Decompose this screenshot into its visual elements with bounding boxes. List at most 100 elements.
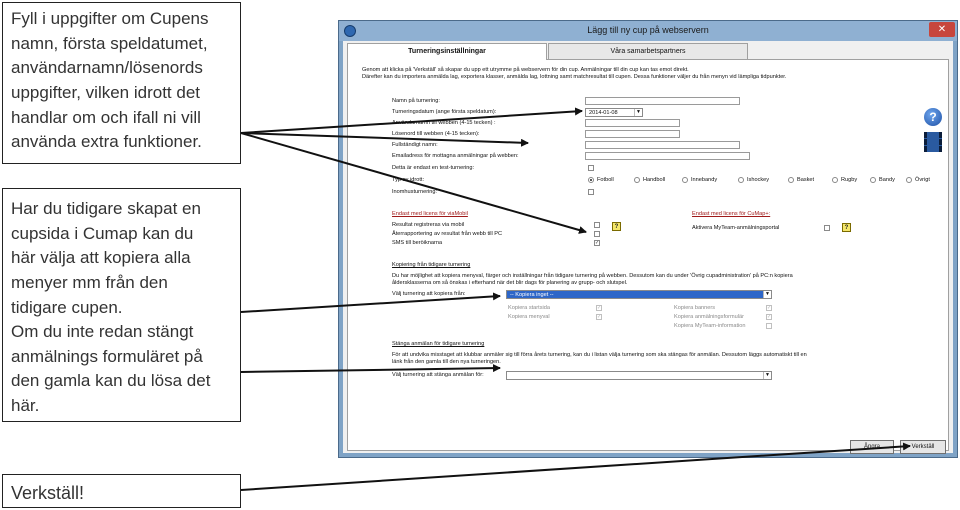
close-reg-select-label: Välj turnering att stänga anmälan för:: [392, 372, 484, 378]
fullname-input[interactable]: [585, 141, 740, 149]
callout-line: menyer mm från den: [11, 272, 168, 292]
sport-radio-floorball[interactable]: [682, 177, 688, 183]
date-picker[interactable]: 2014-01-08 ▼: [585, 108, 643, 117]
license-item: Återrapportering av resultat från webb t…: [392, 231, 503, 237]
tab-panel: Genom att klicka på 'Verkställ' så skapa…: [347, 59, 949, 454]
copy-startpage-checkbox[interactable]: ✓: [596, 305, 602, 311]
callout-line: här.: [11, 396, 40, 416]
sport-radio-football[interactable]: [588, 177, 594, 183]
sport-radio-icehockey[interactable]: [738, 177, 744, 183]
sport-label: Typ av idrott:: [392, 177, 425, 183]
email-label: Emailadress för mottagna anmälningar på …: [392, 153, 519, 159]
copy-option: Kopiera MyTeam-information: [674, 323, 746, 329]
sport-option: Fotboll: [597, 177, 614, 183]
sport-radio-handball[interactable]: [634, 177, 640, 183]
copy-option: Kopiera anmälningsformulär: [674, 314, 744, 320]
indoor-checkbox[interactable]: [588, 189, 594, 195]
copy-form-checkbox[interactable]: ✓: [766, 314, 772, 320]
copy-menu-checkbox[interactable]: ✓: [596, 314, 602, 320]
copy-myteam-checkbox[interactable]: [766, 323, 772, 329]
sport-option: Rugby: [841, 177, 858, 183]
mobile-results-checkbox[interactable]: [594, 222, 600, 228]
callout-line: anmälnings formuläret på: [11, 346, 203, 366]
tab-partners[interactable]: Våra samarbetspartners: [548, 43, 748, 59]
sport-option: Handboll: [643, 177, 666, 183]
myteam-checkbox[interactable]: [824, 225, 830, 231]
copy-option: Kopiera startsida: [508, 305, 550, 311]
test-label: Detta är endast en test-turnering:: [392, 165, 475, 171]
indoor-label: Inomhusturnering:: [392, 189, 438, 195]
help-icon[interactable]: ?: [842, 223, 851, 232]
close-button[interactable]: ✕: [929, 22, 955, 37]
close-reg-select[interactable]: ▼: [506, 371, 772, 380]
callout-line: den gamla kan du lösa det: [11, 371, 211, 391]
license-cumap-heading: Endast med licens för CuMap+:: [692, 211, 771, 217]
callout-line: Om du inte redan stängt: [11, 322, 194, 342]
close-reg-heading: Stänga anmälan för tidigare turnering: [392, 341, 485, 347]
help-icon[interactable]: ?: [612, 222, 621, 231]
license-item: Resultat registreras via mobil: [392, 222, 465, 228]
name-label: Namn på turnering:: [392, 98, 440, 104]
test-checkbox[interactable]: [588, 165, 594, 171]
intro-text: Genom att klicka på 'Verkställ' så skapa…: [362, 67, 689, 73]
copy-select-label: Välj turnering att kopiera från:: [392, 291, 466, 297]
sport-option: Övrigt: [915, 177, 930, 183]
dialog-client: Turneringsinställningar Våra samarbetspa…: [343, 41, 953, 454]
license-item: SMS till beröiknarna: [392, 240, 443, 246]
web-report-checkbox[interactable]: [594, 231, 600, 237]
license-item: Aktivera MyTeam-anmälningsportal: [692, 225, 780, 231]
copy-banners-checkbox[interactable]: ✓: [766, 305, 772, 311]
copy-text: Du har möjlighet att kopiera menyval, fä…: [392, 273, 793, 279]
title-bar[interactable]: Lägg till ny cup på webservern ✕: [339, 21, 957, 41]
copy-text: åldersklasserna om så önskas i efterhand…: [392, 280, 628, 286]
callout-line: användarnamn/lösenords: [11, 58, 203, 78]
help-icon[interactable]: ?: [924, 108, 942, 126]
fullname-label: Fullständigt namn:: [392, 142, 438, 148]
copy-option: Kopiera menyval: [508, 314, 550, 320]
username-label: Användarnamn till webben (4-15 tecken) :: [392, 120, 496, 126]
cancel-button[interactable]: Ångra: [850, 440, 894, 454]
sport-radio-basket[interactable]: [788, 177, 794, 183]
copy-tournament-select[interactable]: -- Kopiera inget -- ▼: [506, 290, 772, 299]
sms-checkbox[interactable]: ✓: [594, 240, 600, 246]
callout-line: cupsida i Cumap kan du: [11, 223, 194, 243]
sport-radio-other[interactable]: [906, 177, 912, 183]
chevron-down-icon[interactable]: ▼: [634, 109, 642, 116]
callout-line: tidigare cupen.: [11, 297, 123, 317]
date-value: 2014-01-08: [589, 110, 618, 116]
video-icon[interactable]: [924, 132, 942, 152]
name-input[interactable]: [585, 97, 740, 105]
callout-fill-info: Fyll i uppgifter om Cupens namn, första …: [2, 2, 241, 164]
sport-option: Bandy: [879, 177, 895, 183]
password-label: Lösenord till webben (4-15 tecken):: [392, 131, 480, 137]
callout-copy-info: Har du tidigare skapat en cupsida i Cuma…: [2, 188, 241, 422]
tab-tournament-settings[interactable]: Turneringsinställningar: [347, 43, 547, 60]
callout-line: Har du tidigare skapat en: [11, 199, 201, 218]
chevron-down-icon[interactable]: ▼: [763, 372, 771, 379]
callout-line: handlar om och ifall ni vill: [11, 107, 201, 127]
sport-radio-bandy[interactable]: [870, 177, 876, 183]
date-label: Turneringsdatum (ange första speldatum):: [392, 109, 497, 115]
window-title: Lägg till ny cup på webservern: [587, 25, 709, 35]
sport-option: Innebandy: [691, 177, 718, 183]
copy-select-value: -- Kopiera inget --: [510, 292, 554, 298]
callout-apply: Verkställ!: [2, 474, 241, 508]
sport-option: Ishockey: [747, 177, 770, 183]
callout-line: här välja att kopiera alla: [11, 248, 191, 268]
license-mobile-heading: Endast med licens för viaMobil: [392, 211, 468, 217]
close-reg-text: För att undvika misstaget att klubbar an…: [392, 352, 807, 358]
password-input[interactable]: [585, 130, 680, 138]
sport-radio-rugby[interactable]: [832, 177, 838, 183]
close-reg-text: länk från den gamla till den nya turneri…: [392, 359, 501, 365]
apply-button[interactable]: Verkställ: [900, 440, 946, 454]
callout-line: använda extra funktioner.: [11, 132, 202, 152]
callout-line: uppgifter, vilken idrott det: [11, 82, 201, 102]
dialog-window: Lägg till ny cup på webservern ✕ Turneri…: [338, 20, 958, 458]
intro-text: Därefter kan du importera anmälda lag, e…: [362, 74, 787, 80]
sport-option: Basket: [797, 177, 815, 183]
chevron-down-icon[interactable]: ▼: [763, 291, 771, 298]
copy-heading: Kopiering från tidigare turnering: [392, 262, 471, 268]
copy-option: Kopiera banners: [674, 305, 716, 311]
username-input[interactable]: [585, 119, 680, 127]
email-input[interactable]: [585, 152, 750, 160]
